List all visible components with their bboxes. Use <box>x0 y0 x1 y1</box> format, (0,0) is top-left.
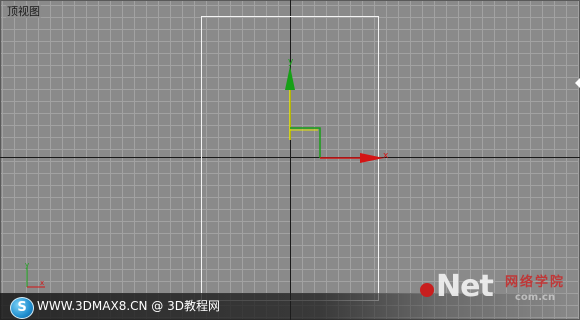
watermark-brand: Net <box>436 269 494 304</box>
gizmo-xy-plane-handle-green[interactable] <box>290 127 321 158</box>
site-credit-text: WWW.3DMAX8.CN @ 3D教程网 <box>37 299 221 313</box>
move-transform-gizmo[interactable]: y x <box>0 0 580 320</box>
watermark-red-dot-icon <box>420 283 434 297</box>
top-viewport[interactable]: 顶视图 y x y x <box>0 0 580 320</box>
site-logo-letter: S <box>17 300 27 315</box>
world-axis-tripod-icon: y x <box>25 262 45 288</box>
gizmo-y-arrow-icon[interactable] <box>285 66 295 90</box>
gizmo-y-label: y <box>288 57 294 67</box>
watermark-chinese-text: 网络学院 <box>505 275 566 290</box>
site-logo-icon: S <box>10 297 34 319</box>
watermark-url: com.cn <box>515 292 556 303</box>
tripod-x-label: x <box>40 279 44 287</box>
viewport-edge-marker-icon <box>575 78 580 88</box>
gizmo-x-label: x <box>383 151 389 161</box>
tripod-y-label: y <box>25 262 29 269</box>
gizmo-x-arrow-icon[interactable] <box>360 153 384 163</box>
